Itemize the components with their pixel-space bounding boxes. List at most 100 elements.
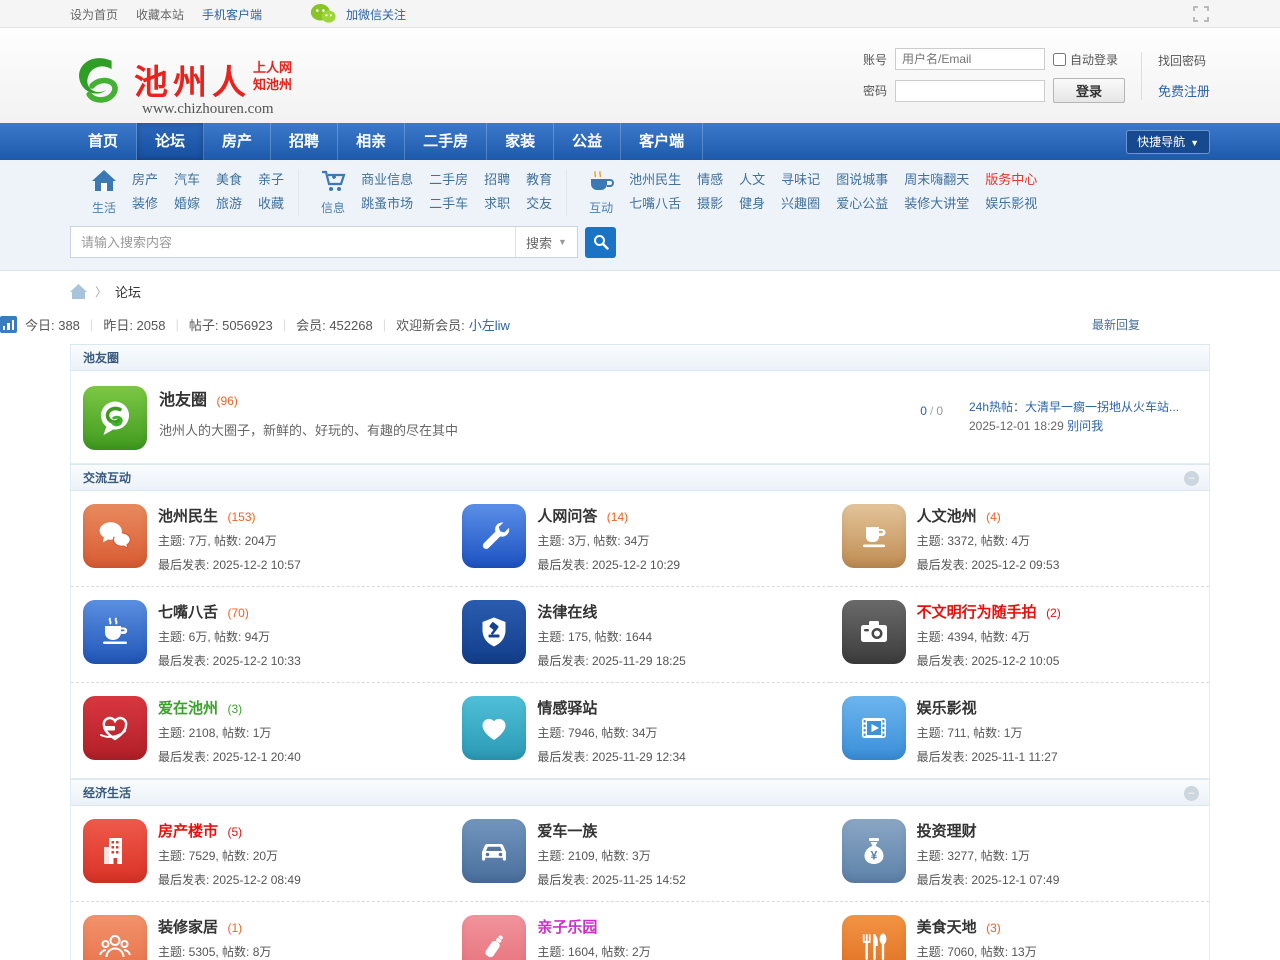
password-input[interactable] [895, 80, 1045, 102]
category-title[interactable]: 经济生活 [83, 786, 131, 800]
forum-name[interactable]: 爱车一族 [537, 823, 597, 840]
collapse-button[interactable]: – [1184, 786, 1199, 801]
nav-tab-homedecor[interactable]: 家装 [487, 123, 554, 160]
lastpost-user-link[interactable]: 别问我 [1067, 419, 1103, 433]
auto-login-checkbox[interactable] [1053, 53, 1066, 66]
category-title[interactable]: 交流互动 [83, 471, 131, 485]
register-link[interactable]: 免费注册 [1158, 81, 1210, 100]
circle-forum-icon[interactable] [83, 386, 147, 450]
forum-name[interactable]: 娱乐影视 [917, 700, 977, 717]
subnav-link[interactable]: 兴趣圈 [781, 193, 820, 215]
subnav-link[interactable]: 招聘 [484, 169, 510, 191]
fullscreen-icon[interactable] [1192, 5, 1210, 23]
forum-icon[interactable] [462, 915, 526, 960]
forum-name[interactable]: 爱在池州 [158, 700, 218, 717]
mobile-client-link[interactable]: 手机客户端 [202, 6, 262, 23]
nav-tab-home[interactable]: 首页 [70, 123, 137, 160]
forum-icon[interactable] [83, 696, 147, 760]
nav-tab-client[interactable]: 客户端 [621, 123, 703, 160]
forum-icon[interactable] [83, 915, 147, 960]
nav-tab-charity[interactable]: 公益 [554, 123, 621, 160]
subnav-link[interactable]: 情感 [697, 169, 723, 191]
forum-icon[interactable] [462, 504, 526, 568]
subnav-link[interactable]: 爱心公益 [836, 193, 888, 215]
subnav-link[interactable]: 旅游 [216, 193, 242, 215]
forum-icon[interactable] [842, 504, 906, 568]
subnav-link[interactable]: 婚嫁 [174, 193, 200, 215]
subnav-link[interactable]: 跳蚤市场 [361, 193, 413, 215]
subnav-link-moderation[interactable]: 版务中心 [985, 169, 1037, 191]
nav-tab-realestate[interactable]: 房产 [204, 123, 271, 160]
subnav-link[interactable]: 亲子 [258, 169, 284, 191]
forum-icon[interactable]: ¥ [842, 819, 906, 883]
subnav-link[interactable]: 人文 [739, 169, 765, 191]
home-breadcrumb-icon[interactable] [70, 284, 87, 299]
subnav-link[interactable]: 装修大讲堂 [904, 193, 969, 215]
forum-name[interactable]: 房产楼市 [158, 823, 218, 840]
subnav-link[interactable]: 二手房 [429, 169, 468, 191]
subnav-link[interactable]: 池州民生 [629, 169, 681, 191]
forum-name[interactable]: 人文池州 [917, 508, 977, 525]
subnav-link[interactable]: 交友 [526, 193, 552, 215]
search-button[interactable] [585, 227, 616, 258]
forum-icon[interactable] [462, 819, 526, 883]
wechat-follow-link[interactable]: 加微信关注 [346, 6, 406, 23]
subnav-link[interactable]: 图说城事 [836, 169, 888, 191]
subnav-link[interactable]: 二手车 [429, 193, 468, 215]
forum-name[interactable]: 人网问答 [537, 508, 597, 525]
forum-name[interactable]: 七嘴八舌 [158, 604, 218, 621]
subnav-link[interactable]: 健身 [739, 193, 765, 215]
forum-name[interactable]: 不文明行为随手拍 [917, 604, 1037, 621]
find-password-link[interactable]: 找回密码 [1158, 52, 1210, 69]
category-title[interactable]: 池友圈 [83, 351, 119, 365]
nav-tab-usedhouse[interactable]: 二手房 [405, 123, 487, 160]
bookmark-site-link[interactable]: 收藏本站 [136, 6, 184, 23]
forum-name[interactable]: 法律在线 [537, 604, 597, 621]
search-input[interactable] [71, 235, 515, 250]
subnav-link[interactable]: 房产 [132, 169, 158, 191]
nav-tab-dating[interactable]: 相亲 [338, 123, 405, 160]
forum-icon[interactable] [83, 819, 147, 883]
nav-tab-jobs[interactable]: 招聘 [271, 123, 338, 160]
quick-nav-button[interactable]: 快捷导航▼ [1126, 130, 1210, 154]
forum-count: (70) [227, 606, 248, 620]
forum-name[interactable]: 情感驿站 [537, 700, 597, 717]
subnav-link[interactable]: 收藏 [258, 193, 284, 215]
forum-icon[interactable] [842, 696, 906, 760]
forum-icon[interactable] [842, 915, 906, 960]
forum-icon[interactable] [83, 504, 147, 568]
subnav-link[interactable]: 求职 [484, 193, 510, 215]
newest-member-link[interactable]: 小左liw [469, 315, 510, 334]
forum-name[interactable]: 池州民生 [158, 508, 218, 525]
login-button[interactable]: 登录 [1053, 78, 1125, 103]
forum-name[interactable]: 美食天地 [917, 919, 977, 936]
forum-icon[interactable] [842, 600, 906, 664]
subnav-link[interactable]: 摄影 [697, 193, 723, 215]
subnav-link[interactable]: 美食 [216, 169, 242, 191]
subnav-link[interactable]: 娱乐影视 [985, 193, 1037, 215]
subnav-link[interactable]: 教育 [526, 169, 552, 191]
account-input[interactable] [895, 48, 1045, 70]
site-logo[interactable]: 池州人 上人网知池州 www.chizhouren.com [70, 45, 292, 107]
subnav-link[interactable]: 装修 [132, 193, 158, 215]
forum-name[interactable]: 亲子乐园 [537, 919, 597, 936]
set-homepage-link[interactable]: 设为首页 [70, 6, 118, 23]
wechat-icon[interactable] [310, 2, 336, 26]
forum-icon[interactable] [462, 600, 526, 664]
search-scope-select[interactable]: 搜索▼ [515, 227, 577, 257]
latest-reply-link[interactable]: 最新回复 [1092, 316, 1140, 333]
chat-logo-icon [93, 396, 137, 440]
forum-name[interactable]: 投资理财 [917, 823, 977, 840]
subnav-link[interactable]: 汽车 [174, 169, 200, 191]
circle-forum-name[interactable]: 池友圈 [159, 392, 207, 409]
subnav-link[interactable]: 商业信息 [361, 169, 413, 191]
subnav-link[interactable]: 寻味记 [781, 169, 820, 191]
nav-tab-forum[interactable]: 论坛 [137, 123, 204, 160]
forum-icon[interactable] [462, 696, 526, 760]
forum-name[interactable]: 装修家居 [158, 919, 218, 936]
subnav-link[interactable]: 周末嗨翻天 [904, 169, 969, 191]
hot-post-link[interactable]: 24h热帖：大清早一瘸一拐地从火车站... [969, 400, 1179, 414]
collapse-button[interactable]: – [1184, 471, 1199, 486]
forum-icon[interactable] [83, 600, 147, 664]
subnav-link[interactable]: 七嘴八舌 [629, 193, 681, 215]
